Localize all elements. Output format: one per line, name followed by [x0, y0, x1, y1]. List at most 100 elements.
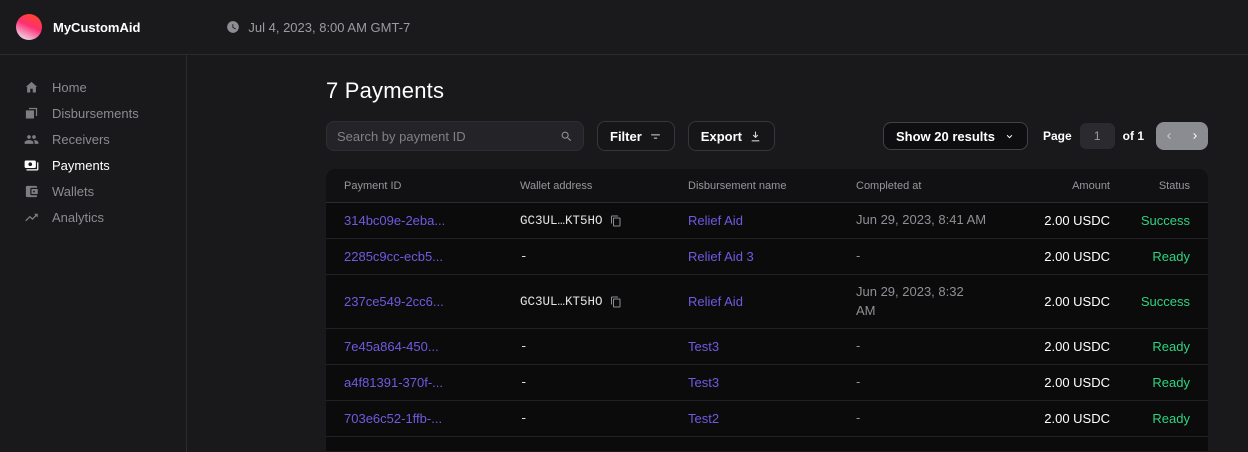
table-row: 703e6c52-1ffb-... - Test2 - 2.00 USDC Re…	[326, 401, 1208, 437]
amount: 2.00 USDC	[1004, 339, 1110, 354]
disbursement-link[interactable]: Relief Aid	[688, 213, 743, 228]
payment-id-link[interactable]: 2285c9cc-ecb5...	[344, 249, 443, 264]
table-row: 237ce549-2cc6... GC3UL…KT5HO Relief Aid …	[326, 275, 1208, 329]
amount: 2.00 USDC	[1004, 294, 1110, 309]
table-partial-row	[326, 437, 1208, 451]
wallet-address-cell: -	[520, 340, 688, 354]
chevron-down-icon	[1004, 131, 1015, 142]
amount: 2.00 USDC	[1004, 213, 1110, 228]
payments-icon	[24, 158, 39, 173]
sidebar-item-analytics[interactable]: Analytics	[0, 204, 186, 230]
disbursement-link[interactable]: Test2	[688, 411, 719, 426]
wallet-address: GC3UL…KT5HO	[520, 214, 603, 228]
page-title: 7 Payments	[326, 78, 1208, 104]
sidebar-item-label: Home	[52, 80, 87, 95]
previous-page-button[interactable]	[1156, 130, 1182, 142]
top-bar: MyCustomAid Jul 4, 2023, 8:00 AM GMT-7	[0, 0, 1248, 55]
wallet-address: GC3UL…KT5HO	[520, 295, 603, 309]
wallet-address-cell: GC3UL…KT5HO	[520, 214, 688, 228]
search-input[interactable]	[337, 129, 560, 144]
status-badge: Ready	[1110, 411, 1190, 426]
completed-at: -	[856, 247, 1004, 266]
sidebar-item-wallets[interactable]: Wallets	[0, 178, 186, 204]
download-icon	[749, 130, 762, 143]
col-completed-at: Completed at	[856, 180, 1004, 192]
payment-id-link[interactable]: 237ce549-2cc6...	[344, 294, 444, 309]
table-row: 2285c9cc-ecb5... - Relief Aid 3 - 2.00 U…	[326, 239, 1208, 275]
table-row: a4f81391-370f-... - Test3 - 2.00 USDC Re…	[326, 365, 1208, 401]
controls-row: Filter Export Show 20 results Pag	[326, 121, 1208, 151]
sidebar-item-home[interactable]: Home	[0, 74, 186, 100]
completed-at: Jun 29, 2023, 8:32 AM	[856, 283, 974, 321]
wallet-address: -	[520, 340, 528, 354]
export-button-label: Export	[701, 129, 742, 144]
table-row: 7e45a864-450... - Test3 - 2.00 USDC Read…	[326, 329, 1208, 365]
payment-id-link[interactable]: 314bc09e-2eba...	[344, 213, 445, 228]
wallet-address: -	[520, 412, 528, 426]
status-badge: Ready	[1110, 339, 1190, 354]
wallet-address-cell: GC3UL…KT5HO	[520, 295, 688, 309]
status-badge: Ready	[1110, 375, 1190, 390]
payment-id-link[interactable]: 703e6c52-1ffb-...	[344, 411, 442, 426]
payment-id-link[interactable]: 7e45a864-450...	[344, 339, 439, 354]
datetime-text: Jul 4, 2023, 8:00 AM GMT-7	[248, 20, 410, 35]
search-box[interactable]	[326, 121, 584, 151]
search-icon	[560, 130, 573, 143]
col-status: Status	[1110, 180, 1190, 192]
sidebar-item-label: Wallets	[52, 184, 94, 199]
export-button[interactable]: Export	[688, 121, 775, 151]
page-label: Page	[1043, 129, 1072, 143]
sidebar-item-payments[interactable]: Payments	[0, 152, 186, 178]
disbursement-link[interactable]: Test3	[688, 375, 719, 390]
clock-icon	[226, 20, 240, 34]
table-header: Payment ID Wallet address Disbursement n…	[326, 169, 1208, 203]
completed-at: -	[856, 373, 1004, 392]
sidebar-item-receivers[interactable]: Receivers	[0, 126, 186, 152]
filter-button[interactable]: Filter	[597, 121, 675, 151]
chevron-left-icon	[1163, 130, 1175, 142]
disbursement-link[interactable]: Relief Aid 3	[688, 249, 754, 264]
wallet-address: -	[520, 250, 528, 264]
disbursements-icon	[24, 106, 39, 121]
sidebar-item-disbursements[interactable]: Disbursements	[0, 100, 186, 126]
results-per-page-select[interactable]: Show 20 results	[883, 122, 1028, 150]
copy-icon[interactable]	[610, 215, 622, 227]
payments-table: Payment ID Wallet address Disbursement n…	[326, 169, 1208, 451]
amount: 2.00 USDC	[1004, 375, 1110, 390]
brand-logo	[16, 14, 42, 40]
analytics-icon	[24, 210, 39, 225]
page-number-input[interactable]	[1080, 123, 1115, 149]
wallet-address: -	[520, 376, 528, 390]
next-page-button[interactable]	[1182, 130, 1208, 142]
status-badge: Success	[1110, 294, 1190, 309]
filter-button-label: Filter	[610, 129, 642, 144]
col-wallet-address: Wallet address	[520, 180, 688, 192]
col-amount: Amount	[1004, 180, 1110, 192]
home-icon	[24, 80, 39, 95]
status-badge: Ready	[1110, 249, 1190, 264]
receivers-icon	[24, 132, 39, 147]
main-content: 7 Payments Filter Export	[187, 55, 1248, 452]
page-total-label: of 1	[1123, 129, 1144, 143]
col-disbursement-name: Disbursement name	[688, 180, 856, 192]
completed-at: -	[856, 337, 1004, 356]
status-badge: Success	[1110, 213, 1190, 228]
sidebar-item-label: Analytics	[52, 210, 104, 225]
completed-at: -	[856, 409, 1004, 428]
wallet-address-cell: -	[520, 376, 688, 390]
payment-id-link[interactable]: a4f81391-370f-...	[344, 375, 443, 390]
copy-icon[interactable]	[610, 296, 622, 308]
sidebar-item-label: Disbursements	[52, 106, 139, 121]
chevron-right-icon	[1189, 130, 1201, 142]
completed-at: Jun 29, 2023, 8:41 AM	[856, 211, 1004, 230]
amount: 2.00 USDC	[1004, 249, 1110, 264]
sidebar-item-label: Receivers	[52, 132, 110, 147]
disbursement-link[interactable]: Test3	[688, 339, 719, 354]
sidebar-item-label: Payments	[52, 158, 110, 173]
disbursement-link[interactable]: Relief Aid	[688, 294, 743, 309]
wallet-address-cell: -	[520, 412, 688, 426]
pager	[1156, 122, 1208, 150]
filter-icon	[649, 130, 662, 143]
brand-name: MyCustomAid	[53, 20, 140, 35]
topbar-datetime: Jul 4, 2023, 8:00 AM GMT-7	[226, 20, 410, 35]
